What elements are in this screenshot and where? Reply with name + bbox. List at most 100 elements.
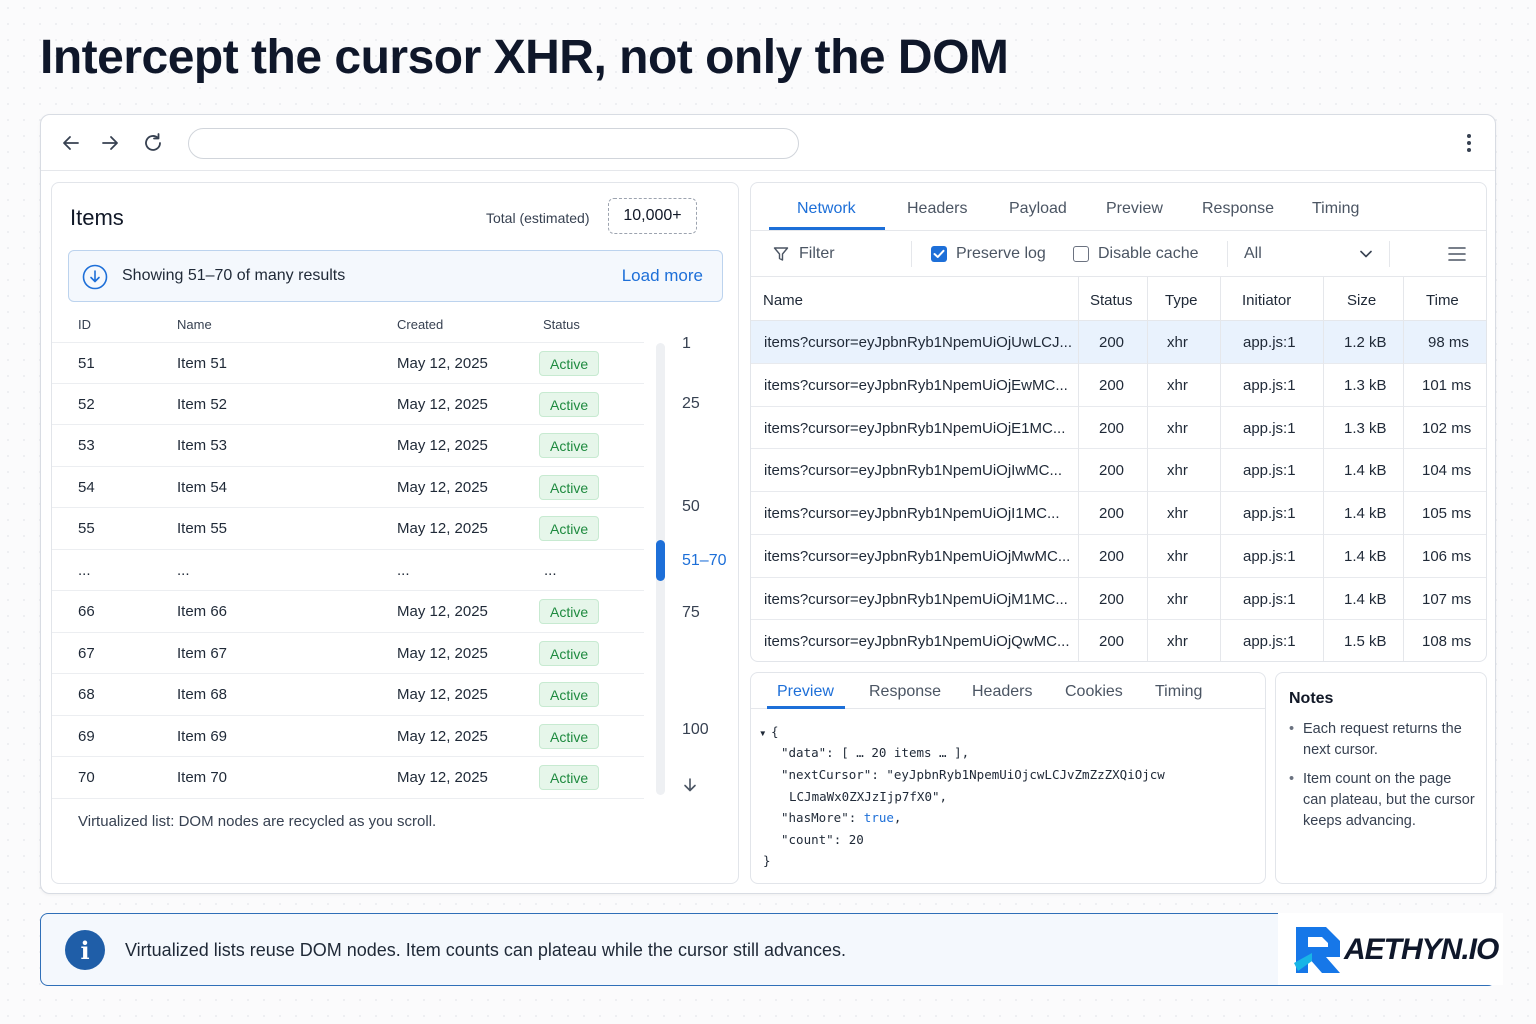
table-row[interactable]: 70 Item 70 May 12, 2025 Active — [52, 757, 644, 799]
forward-arrow-icon[interactable] — [98, 131, 122, 155]
network-grid-header: Name Status Type Initiator Size Time — [751, 277, 1486, 321]
network-request-row[interactable]: items?cursor=eyJpbnRyb1NpemUiOjQwMC... 2… — [751, 620, 1486, 661]
tab-response[interactable]: Response — [869, 683, 941, 701]
status-badge: Active — [539, 599, 600, 624]
request-initiator: app.js:1 — [1243, 547, 1296, 565]
network-request-row[interactable]: items?cursor=eyJpbnRyb1NpemUiOjE1MC... 2… — [751, 407, 1486, 450]
table-row[interactable]: 52 Item 52 May 12, 2025 Active — [52, 384, 644, 425]
network-filter-bar: Filter Preserve log Disable cache All — [751, 231, 1486, 277]
network-request-row[interactable]: items?cursor=eyJpbnRyb1NpemUiOjEwMC... 2… — [751, 364, 1486, 407]
table-row[interactable]: 51 Item 51 May 12, 2025 Active — [52, 342, 644, 384]
table-row[interactable]: 55 Item 55 May 12, 2025 Active — [52, 508, 644, 550]
menu-icon[interactable] — [1448, 246, 1466, 267]
tab-cookies[interactable]: Cookies — [1065, 683, 1123, 701]
disable-cache-label[interactable]: Disable cache — [1098, 245, 1199, 263]
tab-preview[interactable]: Preview — [1106, 200, 1163, 218]
table-row[interactable]: 53 Item 53 May 12, 2025 Active — [52, 425, 644, 467]
tab-preview[interactable]: Preview — [777, 683, 834, 701]
network-request-row[interactable]: items?cursor=eyJpbnRyb1NpemUiOjIwMC... 2… — [751, 449, 1486, 492]
address-bar[interactable] — [188, 128, 799, 159]
cell-id: 54 — [78, 478, 95, 496]
tab-network[interactable]: Network — [797, 200, 856, 218]
network-panel: Network Headers Payload Preview Response… — [750, 182, 1487, 662]
filter-icon[interactable] — [773, 246, 789, 267]
cell-name: Item 51 — [177, 355, 228, 372]
cell-id: 55 — [78, 520, 95, 537]
table-row[interactable]: 67 Item 67 May 12, 2025 Active — [52, 633, 644, 674]
chevron-down-icon[interactable] — [1359, 247, 1373, 266]
page-headline: Intercept the cursor XHR, not only the D… — [40, 31, 1009, 84]
separator — [911, 241, 912, 267]
preserve-log-label[interactable]: Preserve log — [956, 245, 1046, 263]
page-marker[interactable]: 100 — [682, 721, 709, 739]
back-arrow-icon[interactable] — [59, 131, 83, 155]
column-header-size[interactable]: Size — [1347, 292, 1376, 309]
cell-created: May 12, 2025 — [397, 603, 488, 620]
table-row[interactable]: 66 Item 66 May 12, 2025 Active — [52, 591, 644, 633]
request-status: 200 — [1099, 590, 1125, 608]
column-header-id: ID — [78, 317, 91, 332]
load-more-button[interactable]: Load more — [622, 266, 703, 286]
more-vertical-icon[interactable] — [1459, 131, 1479, 155]
devtools-tabs: Network Headers Payload Preview Response… — [751, 183, 1486, 231]
disable-cache-checkbox[interactable] — [1073, 246, 1089, 262]
request-status: 200 — [1099, 376, 1125, 394]
cell-id: 69 — [78, 727, 95, 745]
results-banner: Showing 51–70 of many results Load more — [68, 250, 723, 302]
cell-id: 52 — [78, 395, 95, 413]
column-header-status[interactable]: Status — [1090, 292, 1133, 309]
column-header-type[interactable]: Type — [1165, 292, 1198, 309]
table-row[interactable]: 54 Item 54 May 12, 2025 Active — [52, 467, 644, 508]
brand-logo: AETHYN.IO — [1278, 913, 1503, 985]
network-request-row[interactable]: items?cursor=eyJpbnRyb1NpemUiOjM1MC... 2… — [751, 578, 1486, 621]
browser-toolbar — [41, 115, 1495, 171]
preview-tabs: Preview Response Headers Cookies Timing — [751, 673, 1265, 709]
tab-headers[interactable]: Headers — [907, 200, 967, 218]
json-open-brace: { — [771, 724, 779, 739]
column-header-name[interactable]: Name — [763, 292, 803, 309]
request-status: 200 — [1099, 334, 1125, 351]
separator — [1227, 241, 1228, 267]
type-filter-select[interactable]: All — [1244, 245, 1262, 263]
tab-timing[interactable]: Timing — [1155, 683, 1202, 701]
download-circle-icon — [82, 264, 108, 290]
reload-icon[interactable] — [141, 131, 165, 155]
request-time: 108 ms — [1422, 633, 1472, 651]
json-line-nextcursor: "nextCursor": "eyJpbnRyb1NpemUiOjcwLCJvZ… — [781, 767, 1165, 782]
page-marker[interactable]: 75 — [682, 604, 700, 622]
tab-timing[interactable]: Timing — [1312, 200, 1359, 218]
cell-name: Item 53 — [177, 437, 228, 454]
column-header-time[interactable]: Time — [1426, 292, 1459, 309]
request-size: 1.4 kB — [1344, 505, 1387, 522]
page-marker[interactable]: 1 — [682, 335, 691, 353]
network-request-row-selected[interactable]: items?cursor=eyJpbnRyb1NpemUiOjUwLCJ... … — [751, 321, 1486, 364]
tab-response[interactable]: Response — [1202, 200, 1274, 218]
filter-input[interactable]: Filter — [799, 245, 835, 263]
cell-created: May 12, 2025 — [397, 686, 488, 703]
request-type: xhr — [1167, 633, 1188, 651]
request-name: items?cursor=eyJpbnRyb1NpemUiOjMwMC... — [764, 547, 1071, 565]
table-row[interactable]: 69 Item 69 May 12, 2025 Active — [52, 716, 644, 757]
separator — [1389, 241, 1390, 267]
request-time: 106 ms — [1422, 547, 1472, 565]
page-marker[interactable]: 50 — [682, 498, 700, 516]
network-request-row[interactable]: items?cursor=eyJpbnRyb1NpemUiOjMwMC... 2… — [751, 535, 1486, 578]
cell-name: Item 55 — [177, 520, 228, 537]
json-line-count: "count": 20 — [781, 832, 864, 847]
collapse-toggle-icon[interactable]: ▾ — [759, 725, 767, 740]
brand-logo-mark — [1294, 927, 1340, 973]
page-marker[interactable]: 25 — [682, 395, 700, 413]
request-status: 200 — [1099, 462, 1125, 480]
request-size: 1.4 kB — [1344, 590, 1387, 608]
tab-payload[interactable]: Payload — [1009, 200, 1067, 218]
table-row[interactable]: 68 Item 68 May 12, 2025 Active — [52, 674, 644, 716]
tab-headers[interactable]: Headers — [972, 683, 1032, 701]
arrow-down-icon[interactable] — [683, 777, 697, 798]
request-status: 200 — [1099, 547, 1125, 565]
total-count-badge: 10,000+ — [608, 198, 697, 234]
network-request-row[interactable]: items?cursor=eyJpbnRyb1NpemUiOjI1MC... 2… — [751, 492, 1486, 535]
preserve-log-checkbox[interactable] — [931, 246, 947, 262]
column-header-initiator[interactable]: Initiator — [1242, 292, 1291, 309]
page-marker-active[interactable]: 51–70 — [682, 552, 727, 570]
scrollbar-thumb[interactable] — [656, 540, 665, 581]
